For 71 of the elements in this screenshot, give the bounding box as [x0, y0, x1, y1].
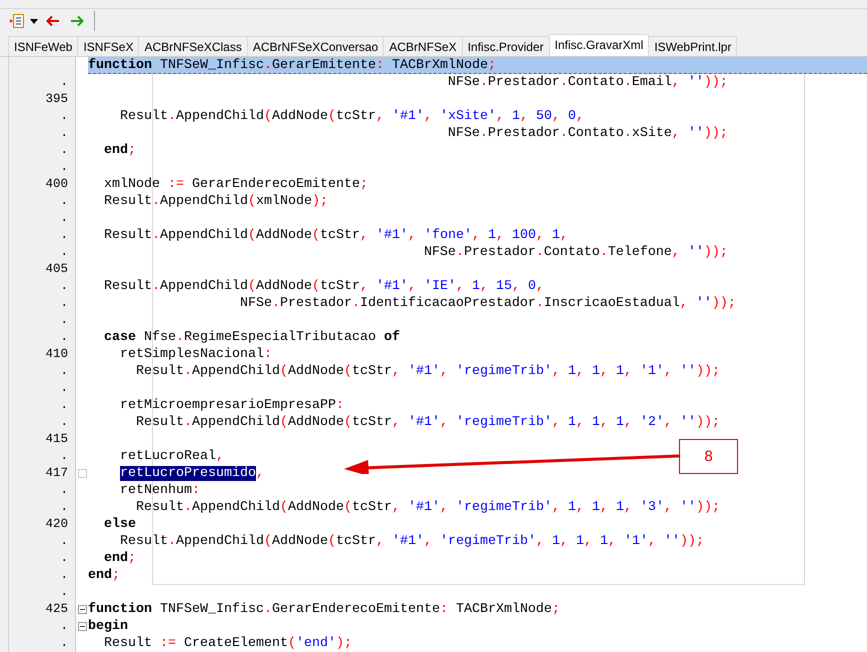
- line-number: 410: [44, 346, 69, 363]
- code-line: Result.AppendChild(AddNode(tcStr, '#1', 'IE', 1, 15, 0,: [103, 278, 544, 295]
- line-number: .: [59, 278, 69, 295]
- line-number: .: [59, 159, 69, 176]
- dropdown-caret-icon[interactable]: [30, 18, 38, 24]
- line-number: .: [59, 448, 69, 465]
- code-line: Result.AppendChild(xmlNode);: [103, 193, 328, 210]
- callout-label: 8: [679, 439, 738, 474]
- code-line: NFSe.Prestador.IdentificacaoPrestador.InscricaoEstadual, ''));: [238, 295, 736, 312]
- line-number: 420: [44, 516, 69, 533]
- line-number: .: [59, 108, 69, 125]
- line-number: .: [59, 74, 69, 91]
- code-line: else: [103, 516, 136, 533]
- code-line: NFSe.Prestador.Contato.xSite, ''));: [446, 125, 728, 142]
- code-line: end;: [88, 567, 120, 584]
- line-number: .: [59, 227, 69, 244]
- code-line: Result.AppendChild(AddNode(tcStr, '#1', 'xSite', 1, 50, 0,: [119, 108, 584, 125]
- line-number: .: [59, 584, 69, 601]
- line-number: .: [59, 210, 69, 227]
- line-number: .: [59, 329, 69, 346]
- line-number: .: [59, 414, 69, 431]
- line-number: .: [59, 380, 69, 397]
- code-line: case Nfse.RegimeEspecialTributacao of: [103, 329, 400, 346]
- line-number: .: [59, 295, 69, 312]
- line-number: 395: [44, 91, 69, 108]
- code-line: retNenhum:: [119, 482, 200, 499]
- code-line: function TNFSeW_Infisc.GerarEnderecoEmitente: TACBrXmlNode;: [88, 601, 560, 618]
- code-line: NFSe.Prestador.Contato.Telefone, ''));: [422, 244, 728, 261]
- code-line: begin: [88, 618, 128, 635]
- code-line: end;: [103, 550, 136, 567]
- line-number: .: [59, 244, 69, 261]
- editor-tab[interactable]: Infisc.GravarXml: [548, 34, 650, 56]
- line-number: 425: [44, 601, 69, 618]
- code-line: xmlNode := GerarEnderecoEmitente;: [103, 176, 368, 193]
- line-number: .: [59, 567, 69, 584]
- code-line: retMicroempresarioEmpresaPP:: [119, 397, 344, 414]
- code-line: retLucroReal,: [119, 448, 224, 465]
- collapse-icon[interactable]: [78, 622, 86, 631]
- line-number: .: [59, 125, 69, 142]
- line-number: 400: [44, 176, 69, 193]
- line-number: 405: [44, 261, 69, 278]
- code-line: Result := CreateElement('end');: [103, 635, 352, 652]
- code-line: NFSe.Prestador.Contato.Email, ''));: [446, 74, 728, 91]
- back-arrow-icon[interactable]: [46, 15, 60, 27]
- document-list-icon[interactable]: [10, 13, 26, 29]
- line-number: .: [59, 635, 69, 652]
- line-number: .: [59, 193, 69, 210]
- line-number: .: [59, 550, 69, 567]
- line-number: .: [59, 142, 69, 159]
- forward-arrow-icon[interactable]: [70, 15, 84, 27]
- code-line: Result.AppendChild(AddNode(tcStr, '#1', 'regimeTrib', 1, 1, 1, '3', ''));: [135, 499, 720, 516]
- code-line: end;: [103, 142, 136, 159]
- code-line: retSimplesNacional:: [119, 346, 272, 363]
- line-number: 417: [44, 465, 69, 482]
- fold-marker-icon[interactable]: [78, 469, 86, 478]
- panel-grip[interactable]: [0, 57, 9, 652]
- line-number: .: [59, 499, 69, 516]
- line-number: .: [59, 363, 69, 380]
- line-number: .: [59, 482, 69, 499]
- line-number: .: [59, 618, 69, 635]
- line-number: .: [59, 533, 69, 550]
- code-line: Result.AppendChild(AddNode(tcStr, '#1', 'regimeTrib', 1, 1, 1, '1', ''));: [119, 533, 704, 550]
- code-line: Result.AppendChild(AddNode(tcStr, '#1', 'regimeTrib', 1, 1, 1, '2', ''));: [135, 414, 720, 431]
- collapse-icon[interactable]: [78, 605, 86, 614]
- line-number: .: [59, 312, 69, 329]
- line-number: .: [59, 397, 69, 414]
- line-number: 415: [44, 431, 69, 448]
- code-line: Result.AppendChild(AddNode(tcStr, '#1', 'fone', 1, 100, 1,: [103, 227, 568, 244]
- editor-tab[interactable]: ISNFeWeb: [8, 36, 78, 56]
- code-line: Result.AppendChild(AddNode(tcStr, '#1', 'regimeTrib', 1, 1, 1, '1', ''));: [135, 363, 720, 380]
- editor-tab[interactable]: ISWebPrint.lpr: [648, 36, 738, 56]
